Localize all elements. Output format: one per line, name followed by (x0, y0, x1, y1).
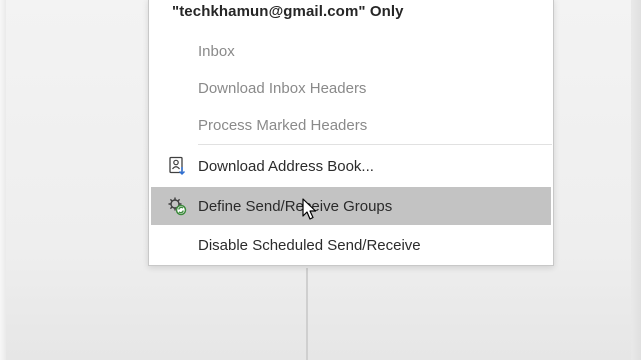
menu-separator (198, 144, 552, 145)
menu-item-inbox[interactable]: Inbox (149, 32, 553, 70)
menu-item-define-send-receive-groups[interactable]: Define Send/Receive Groups (151, 187, 551, 225)
menu-item-label: Define Send/Receive Groups (198, 197, 393, 215)
menu-item-label: Disable Scheduled Send/Receive (198, 236, 421, 254)
menu-item-label: Download Inbox Headers (198, 79, 367, 97)
menu-item-download-address-book[interactable]: Download Address Book... (149, 147, 553, 185)
menu-item-disable-scheduled-send-receive[interactable]: Disable Scheduled Send/Receive (149, 226, 553, 264)
menu-item-label: Process Marked Headers (198, 116, 368, 134)
address-book-download-icon (167, 156, 187, 176)
background-divider (306, 268, 308, 360)
menu-item-process-marked-headers[interactable]: Process Marked Headers (149, 106, 553, 144)
background-edge-left (0, 0, 6, 360)
mouse-cursor-icon (302, 198, 318, 222)
account-header: "techkhamun@gmail.com" Only (172, 3, 404, 20)
menu-item-label: Download Address Book... (198, 157, 374, 175)
menu-item-download-inbox-headers[interactable]: Download Inbox Headers (149, 69, 553, 107)
send-receive-dropdown-menu: "techkhamun@gmail.com" Only Inbox Downlo… (148, 0, 554, 266)
background-edge-right (631, 0, 641, 360)
menu-item-label: Inbox (198, 42, 235, 60)
send-receive-groups-icon (167, 196, 187, 216)
app-background: "techkhamun@gmail.com" Only Inbox Downlo… (0, 0, 641, 360)
